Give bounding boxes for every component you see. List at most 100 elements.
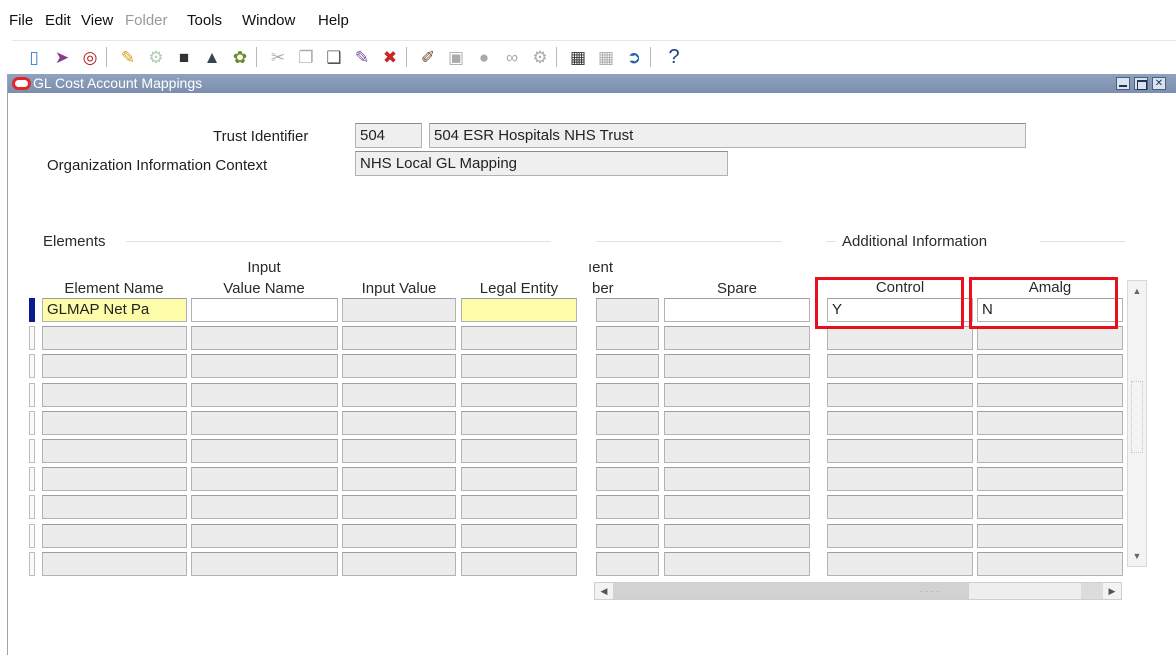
cell-segment[interactable] xyxy=(596,354,659,378)
cell-legal-entity[interactable] xyxy=(461,298,577,322)
cell-control[interactable]: Y xyxy=(827,298,973,322)
cell-input-value-name[interactable] xyxy=(191,495,338,519)
cell-element-name[interactable] xyxy=(42,354,187,378)
cell-input-value[interactable] xyxy=(342,552,456,576)
print-icon[interactable]: ■ xyxy=(172,45,196,69)
record-indicator[interactable] xyxy=(29,495,35,519)
cell-amalg[interactable] xyxy=(977,524,1123,548)
translations-icon[interactable]: ▣ xyxy=(444,45,468,69)
menu-edit[interactable]: Edit xyxy=(45,12,71,29)
cell-element-name[interactable] xyxy=(42,552,187,576)
cell-input-value[interactable] xyxy=(342,326,456,350)
close-icon[interactable]: ✕ xyxy=(1152,77,1166,90)
folder-tools-icon[interactable]: ⚙ xyxy=(528,45,552,69)
scroll-left-icon[interactable]: ◀ xyxy=(595,583,613,599)
cut-icon[interactable]: ✂ xyxy=(266,45,290,69)
org-context-field[interactable]: NHS Local GL Mapping xyxy=(355,151,728,176)
horizontal-scroll-thumb[interactable] xyxy=(613,583,969,599)
help-icon[interactable]: ? xyxy=(662,45,686,69)
attachments-icon[interactable]: ✿ xyxy=(228,45,252,69)
cell-input-value[interactable] xyxy=(342,495,456,519)
cell-amalg[interactable] xyxy=(977,552,1123,576)
cell-legal-entity[interactable] xyxy=(461,552,577,576)
cell-input-value-name[interactable] xyxy=(191,326,338,350)
copy-icon[interactable]: ❐ xyxy=(294,45,318,69)
attachment-clip-icon[interactable]: ∞ xyxy=(500,45,524,69)
cell-control[interactable] xyxy=(827,524,973,548)
record-indicator[interactable] xyxy=(29,524,35,548)
paste-icon[interactable]: ❑ xyxy=(322,45,346,69)
cell-control[interactable] xyxy=(827,411,973,435)
cell-legal-entity[interactable] xyxy=(461,467,577,491)
cell-legal-entity[interactable] xyxy=(461,411,577,435)
cell-amalg[interactable] xyxy=(977,326,1123,350)
cell-element-name[interactable] xyxy=(42,326,187,350)
cell-legal-entity[interactable] xyxy=(461,326,577,350)
cell-control[interactable] xyxy=(827,467,973,491)
find-icon[interactable]: ⚙ xyxy=(144,45,168,69)
cell-control[interactable] xyxy=(827,439,973,463)
cell-spare[interactable] xyxy=(664,495,810,519)
navigator-icon[interactable]: ➤ xyxy=(50,45,74,69)
cell-element-name[interactable] xyxy=(42,411,187,435)
cell-spare[interactable] xyxy=(664,524,810,548)
cell-legal-entity[interactable] xyxy=(461,439,577,463)
edit-icon[interactable]: ✐ xyxy=(416,45,440,69)
cell-element-name[interactable] xyxy=(42,467,187,491)
menu-help[interactable]: Help xyxy=(318,12,349,29)
cell-element-name[interactable] xyxy=(42,383,187,407)
cell-amalg[interactable]: N xyxy=(977,298,1123,322)
cell-control[interactable] xyxy=(827,552,973,576)
cell-input-value[interactable] xyxy=(342,524,456,548)
record-indicator[interactable] xyxy=(29,354,35,378)
cell-segment[interactable] xyxy=(596,524,659,548)
scroll-up-icon[interactable]: ▲ xyxy=(1128,283,1146,299)
cell-input-value[interactable] xyxy=(342,354,456,378)
cell-input-value-name[interactable] xyxy=(191,467,338,491)
cell-segment[interactable] xyxy=(596,383,659,407)
cell-input-value-name[interactable] xyxy=(191,524,338,548)
cell-amalg[interactable] xyxy=(977,383,1123,407)
horizontal-scrollbar[interactable]: ◀ ▶ xyxy=(594,582,1122,600)
cell-control[interactable] xyxy=(827,383,973,407)
record-indicator[interactable] xyxy=(29,383,35,407)
horizontal-scroll-track[interactable] xyxy=(969,583,1081,599)
cell-spare[interactable] xyxy=(664,439,810,463)
cell-control[interactable] xyxy=(827,326,973,350)
record-indicator[interactable] xyxy=(29,411,35,435)
cell-input-value[interactable] xyxy=(342,467,456,491)
cell-amalg[interactable] xyxy=(977,495,1123,519)
menu-window[interactable]: Window xyxy=(242,12,295,29)
cell-segment[interactable] xyxy=(596,552,659,576)
minimize-icon[interactable] xyxy=(1116,77,1130,90)
record-indicator[interactable] xyxy=(29,552,35,576)
cell-segment[interactable] xyxy=(596,326,659,350)
cell-segment[interactable] xyxy=(596,298,659,322)
clear-record-icon[interactable]: ✖ xyxy=(378,45,402,69)
cell-spare[interactable] xyxy=(664,326,810,350)
calendar-icon[interactable]: ▦ xyxy=(566,45,590,69)
record-indicator[interactable] xyxy=(29,439,35,463)
cell-segment[interactable] xyxy=(596,411,659,435)
cell-legal-entity[interactable] xyxy=(461,524,577,548)
cell-amalg[interactable] xyxy=(977,467,1123,491)
exit-icon[interactable]: ➲ xyxy=(622,45,646,69)
vertical-scroll-thumb[interactable] xyxy=(1131,381,1143,453)
cell-control[interactable] xyxy=(827,354,973,378)
print-preview-icon[interactable]: ▲ xyxy=(200,45,224,69)
cell-legal-entity[interactable] xyxy=(461,354,577,378)
cell-input-value-name[interactable] xyxy=(191,383,338,407)
vertical-scrollbar[interactable]: ▲ ▼ xyxy=(1127,280,1147,567)
save-icon[interactable]: ▯ xyxy=(22,45,46,69)
cell-input-value-name[interactable] xyxy=(191,411,338,435)
trust-identifier-name-field[interactable]: 504 ESR Hospitals NHS Trust xyxy=(429,123,1026,148)
cell-segment[interactable] xyxy=(596,495,659,519)
cell-amalg[interactable] xyxy=(977,439,1123,463)
cell-element-name[interactable] xyxy=(42,524,187,548)
zoom-icon[interactable]: ◎ xyxy=(78,45,102,69)
cell-input-value-name[interactable] xyxy=(191,298,338,322)
cell-input-value[interactable] xyxy=(342,439,456,463)
cell-input-value-name[interactable] xyxy=(191,552,338,576)
scroll-down-icon[interactable]: ▼ xyxy=(1128,548,1146,564)
cell-input-value[interactable] xyxy=(342,383,456,407)
